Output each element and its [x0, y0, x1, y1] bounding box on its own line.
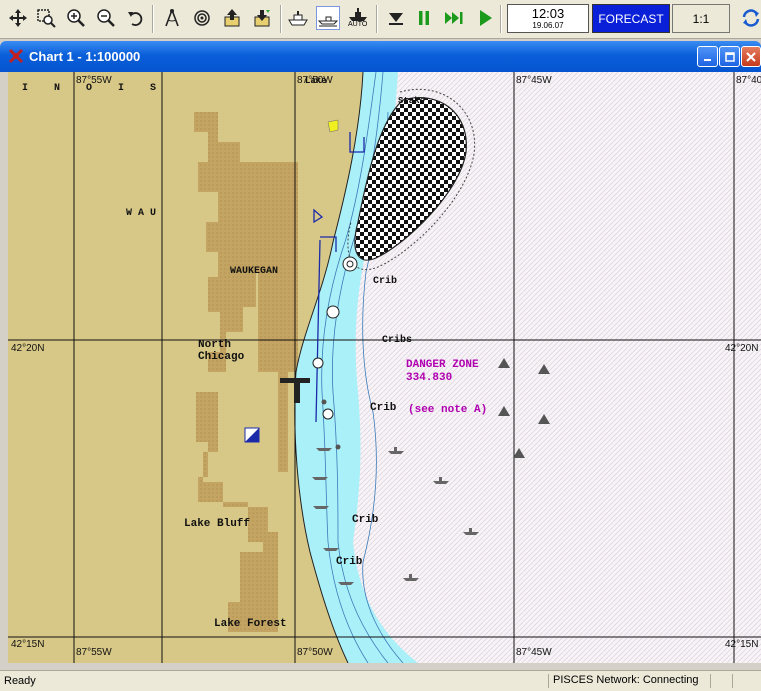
forecast-button[interactable]: FORECAST: [592, 4, 670, 33]
maximize-button[interactable]: [719, 46, 740, 67]
place-crib: Crib: [336, 556, 363, 568]
status-cell: [710, 674, 731, 688]
export-icon[interactable]: [220, 6, 244, 30]
undo-view-icon[interactable]: [124, 6, 148, 30]
lon-label-top: 87°45W: [516, 75, 552, 86]
minimize-button[interactable]: [697, 46, 718, 67]
place-lake: Lake: [305, 76, 327, 86]
lat-label-right: 42°15N: [725, 639, 759, 650]
zoom-window-icon[interactable]: [34, 6, 58, 30]
window-title: Chart 1 - 1:100000: [29, 49, 141, 64]
state-letter: S: [150, 83, 157, 94]
lat-label-right: 42°20N: [725, 343, 759, 354]
status-ready: Ready: [4, 675, 36, 687]
pier: [280, 378, 310, 383]
auto-label: AUTO: [348, 21, 368, 28]
state-letter: O: [86, 83, 93, 94]
lat-label-left: 42°20N: [11, 343, 45, 354]
clock-display: 12:03 19.06.07: [507, 4, 589, 33]
chart-window-titlebar[interactable]: Chart 1 - 1:100000: [0, 41, 761, 72]
stop-icon[interactable]: [384, 6, 408, 30]
danger-zone-code: 334.830: [406, 372, 453, 384]
place-stake: Stake: [398, 96, 426, 106]
main-toolbar: AUTO 12:03 19.06.07 FORECAST 1:1: [0, 0, 761, 39]
place-chicago: Chicago: [198, 351, 245, 363]
close-icon: [746, 51, 756, 62]
lon-label-bottom: 87°45W: [516, 647, 552, 658]
status-network: PISCES Network: Connecting: [548, 674, 713, 688]
sync-icon[interactable]: [739, 6, 761, 30]
danger-zone-note: (see note A): [408, 404, 488, 416]
state-letter: I: [22, 83, 29, 94]
close-button[interactable]: [741, 46, 761, 67]
lat-label-left: 42°15N: [11, 639, 45, 650]
compass-icon[interactable]: [160, 6, 184, 30]
zoom-in-icon[interactable]: [64, 6, 88, 30]
state-letter: I: [118, 83, 125, 94]
place-north: North: [198, 339, 232, 351]
place-waukegan: WAUKEGAN: [230, 266, 279, 277]
pan-icon[interactable]: [6, 6, 30, 30]
clock-date: 19.06.07: [532, 21, 564, 30]
nautical-chart[interactable]: 87°55W 87°50W 87°45W 87°40 87°55W 87°50W…: [8, 72, 761, 663]
chart-window: Chart 1 - 1:100000 87°55W 87°50W 87°45W …: [0, 41, 761, 669]
place-lake-bluff: Lake Bluff: [184, 518, 251, 530]
place-lake-forest: Lake Forest: [214, 618, 287, 630]
play-icon[interactable]: [473, 6, 497, 30]
lon-label-top: 87°55W: [76, 75, 112, 86]
route-icon[interactable]: [316, 6, 340, 30]
status-bar: Ready PISCES Network: Connecting: [0, 670, 761, 691]
place-crib: Crib: [352, 514, 379, 526]
status-cell: [732, 674, 760, 688]
clock-time: 12:03: [531, 6, 565, 21]
zoom-out-icon[interactable]: [94, 6, 118, 30]
lon-label-top: 87°40: [736, 75, 761, 86]
scale-button[interactable]: 1:1: [672, 4, 730, 33]
target-icon[interactable]: [190, 6, 214, 30]
minimize-icon: [703, 58, 711, 61]
lon-label-bottom: 87°55W: [76, 647, 112, 658]
pause-icon[interactable]: [412, 6, 436, 30]
maximize-icon: [724, 51, 735, 62]
place-crib: Crib: [370, 402, 397, 414]
lon-label-bottom: 87°50W: [297, 647, 333, 658]
import-icon[interactable]: [250, 6, 274, 30]
app-icon: [8, 48, 24, 64]
place-wau: W A U: [126, 208, 157, 219]
ship-icon[interactable]: [286, 6, 310, 30]
fast-forward-icon[interactable]: [442, 6, 466, 30]
danger-zone-title: DANGER ZONE: [406, 359, 479, 371]
place-crib: Crib: [373, 276, 398, 287]
place-cribs: Cribs: [382, 335, 413, 346]
state-letter: N: [54, 83, 61, 94]
